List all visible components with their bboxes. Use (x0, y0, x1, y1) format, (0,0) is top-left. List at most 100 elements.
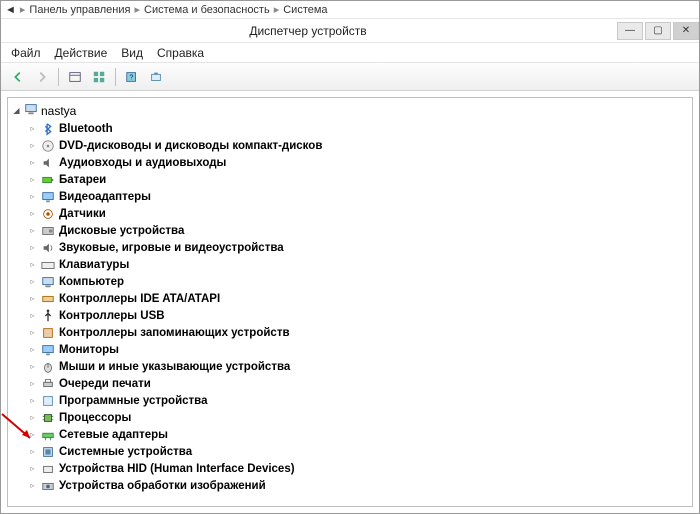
expander-icon[interactable]: ▹ (28, 430, 37, 439)
expander-icon[interactable]: ▹ (28, 464, 37, 473)
category-label: Сетевые адаптеры (59, 427, 168, 443)
device-category[interactable]: ▹ Аудиовходы и аудиовыходы (28, 154, 690, 171)
computer-icon (40, 274, 56, 290)
crumb-system[interactable]: Система (283, 4, 327, 16)
show-hidden-button[interactable] (64, 66, 86, 88)
device-category[interactable]: ▹ Устройства HID (Human Interface Devices… (28, 460, 690, 477)
category-label: Устройства HID (Human Interface Devices) (59, 461, 295, 477)
category-label: Программные устройства (59, 393, 208, 409)
expander-icon[interactable]: ▹ (28, 243, 37, 252)
system-icon (40, 444, 56, 460)
expander-icon[interactable]: ▹ (28, 362, 37, 371)
menu-help[interactable]: Справка (157, 46, 204, 60)
expander-icon[interactable]: ▹ (28, 158, 37, 167)
menu-action[interactable]: Действие (55, 46, 108, 60)
device-category[interactable]: ▹Клавиатуры (28, 256, 690, 273)
expander-icon[interactable]: ▹ (28, 175, 37, 184)
hdd-icon (40, 223, 56, 239)
menu-file[interactable]: Файл (11, 46, 41, 60)
category-label: Процессоры (59, 410, 131, 426)
expander-icon[interactable]: ▹ (28, 328, 37, 337)
sound-icon (40, 240, 56, 256)
category-label: DVD-дисководы и дисководы компакт-дисков (59, 138, 322, 154)
device-category[interactable]: ▹ Видеоадаптеры (28, 188, 690, 205)
expander-icon[interactable]: ▹ (28, 260, 37, 269)
audio-io-icon (40, 155, 56, 171)
network-icon (40, 427, 56, 443)
expander-icon[interactable]: ▹ (28, 447, 37, 456)
help-button[interactable]: ? (121, 66, 143, 88)
device-category[interactable]: ▹ Программные устройства (28, 392, 690, 409)
category-label: Системные устройства (59, 444, 192, 460)
device-category[interactable]: ▹Компьютер (28, 273, 690, 290)
category-label: Аудиовходы и аудиовыходы (59, 155, 226, 171)
disc-icon (40, 138, 56, 154)
category-label: Контроллеры запоминающих устройств (59, 325, 290, 341)
category-label: Мыши и иные указывающие устройства (59, 359, 290, 375)
device-category[interactable]: ▹ Контроллеры запоминающих устройств (28, 324, 690, 341)
breadcrumb: ◄ ▸ Панель управления ▸ Система и безопа… (1, 1, 699, 19)
expander-icon[interactable]: ▹ (28, 124, 37, 133)
category-label: Дисковые устройства (59, 223, 184, 239)
tree-root[interactable]: ◢ nastya (10, 102, 690, 120)
device-category[interactable]: ▹ Устройства обработки изображений (28, 477, 690, 494)
expander-icon[interactable]: ▹ (28, 379, 37, 388)
nav-forward-button[interactable] (31, 66, 53, 88)
window-title: Диспетчер устройств (1, 24, 615, 38)
category-label: Устройства обработки изображений (59, 478, 266, 494)
root-label: nastya (41, 103, 76, 119)
expander-icon[interactable]: ▹ (28, 396, 37, 405)
storage-icon (40, 325, 56, 341)
bluetooth-icon (40, 121, 56, 137)
device-category[interactable]: ▹ Сетевые адаптеры (28, 426, 690, 443)
address-back-icon: ◄ (5, 4, 16, 16)
scan-hardware-button[interactable] (145, 66, 167, 88)
device-category[interactable]: ▹ Контроллеры USB (28, 307, 690, 324)
device-category[interactable]: ▹ Bluetooth (28, 120, 690, 137)
expander-icon[interactable]: ▹ (28, 192, 37, 201)
category-label: Контроллеры IDE ATA/ATAPI (59, 291, 220, 307)
expander-icon[interactable]: ▹ (28, 413, 37, 422)
device-category[interactable]: ▹ Мыши и иные указывающие устройства (28, 358, 690, 375)
device-category[interactable]: ▹ DVD-дисководы и дисководы компакт-диско… (28, 137, 690, 154)
properties-button[interactable] (88, 66, 110, 88)
expander-icon[interactable]: ▹ (28, 209, 37, 218)
device-category[interactable]: ▹Мониторы (28, 341, 690, 358)
imaging-icon (40, 478, 56, 494)
device-category[interactable]: ▹ Системные устройства (28, 443, 690, 460)
expander-icon[interactable]: ▹ (28, 226, 37, 235)
device-category[interactable]: ▹Очереди печати (28, 375, 690, 392)
expander-icon[interactable]: ▹ (28, 141, 37, 150)
maximize-button[interactable]: ▢ (645, 22, 671, 40)
category-label: Батареи (59, 172, 106, 188)
menubar: Файл Действие Вид Справка (1, 43, 699, 63)
expander-icon[interactable]: ▹ (28, 481, 37, 490)
minimize-button[interactable]: — (617, 22, 643, 40)
expander-icon[interactable]: ▹ (28, 294, 37, 303)
device-category[interactable]: ▹ Дисковые устройства (28, 222, 690, 239)
software-icon (40, 393, 56, 409)
device-category[interactable]: ▹ Процессоры (28, 409, 690, 426)
category-label: Видеоадаптеры (59, 189, 151, 205)
expander-icon[interactable]: ▹ (28, 311, 37, 320)
device-category[interactable]: ▹ Контроллеры IDE ATA/ATAPI (28, 290, 690, 307)
monitor-icon (40, 342, 56, 358)
menu-view[interactable]: Вид (121, 46, 143, 60)
expander-icon[interactable]: ▹ (28, 277, 37, 286)
expander-icon[interactable]: ▹ (28, 345, 37, 354)
device-category[interactable]: ▹Датчики (28, 205, 690, 222)
device-category[interactable]: ▹Звуковые, игровые и видеоустройства (28, 239, 690, 256)
usb-icon (40, 308, 56, 324)
expander-icon[interactable]: ◢ (12, 107, 21, 116)
nav-back-button[interactable] (7, 66, 29, 88)
device-category[interactable]: ▹ Батареи (28, 171, 690, 188)
cpu-icon (40, 410, 56, 426)
crumb-control-panel[interactable]: Панель управления (29, 4, 130, 16)
category-label: Контроллеры USB (59, 308, 165, 324)
battery-icon (40, 172, 56, 188)
sensor-icon (40, 206, 56, 222)
category-label: Bluetooth (59, 121, 113, 137)
crumb-system-security[interactable]: Система и безопасность (144, 4, 270, 16)
close-button[interactable]: ✕ (673, 22, 699, 40)
ide-icon (40, 291, 56, 307)
